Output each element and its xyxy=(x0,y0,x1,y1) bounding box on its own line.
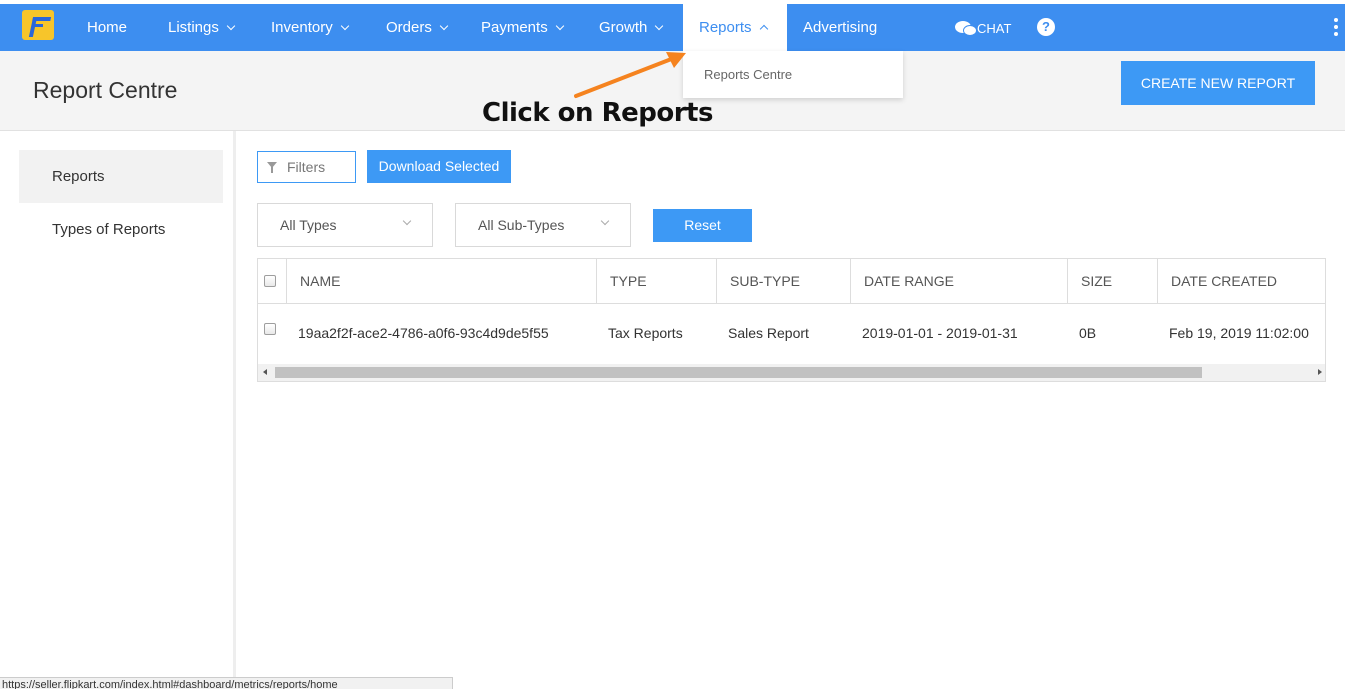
reports-dropdown-menu: Reports Centre xyxy=(683,51,903,98)
row-checkbox[interactable] xyxy=(264,323,276,335)
filters-label: Filters xyxy=(287,159,326,175)
scrollbar-thumb[interactable] xyxy=(275,367,1202,378)
scroll-right-arrow-icon[interactable] xyxy=(1318,369,1322,375)
cell-sub-type: Sales Report xyxy=(728,325,809,341)
help-icon[interactable]: ? xyxy=(1037,18,1055,36)
nav-advertising[interactable]: Advertising xyxy=(803,4,877,51)
nav-listings-label: Listings xyxy=(168,19,219,36)
page-title: Report Centre xyxy=(33,77,178,103)
nav-growth-label: Growth xyxy=(599,19,648,36)
subtype-select-value: All Sub-Types xyxy=(478,217,565,233)
sidebar-item-reports[interactable]: Reports xyxy=(19,150,223,203)
chat-button[interactable]: CHAT xyxy=(955,4,1011,51)
more-options-icon[interactable] xyxy=(1334,18,1338,36)
nav-advertising-label: Advertising xyxy=(803,19,878,36)
column-header-date-range[interactable]: DATE RANGE xyxy=(850,259,1067,304)
annotation-arrow-icon xyxy=(574,52,686,98)
nav-payments[interactable]: Payments xyxy=(481,4,564,51)
help-glyph: ? xyxy=(1042,19,1050,34)
chat-label: CHAT xyxy=(977,21,1012,36)
column-header-type[interactable]: TYPE xyxy=(596,259,716,304)
chevron-down-icon xyxy=(402,216,412,226)
sidebar-item-types-of-reports[interactable]: Types of Reports xyxy=(19,203,223,256)
chat-bubble-icon xyxy=(955,21,977,36)
chevron-down-icon xyxy=(555,21,564,31)
nav-orders-label: Orders xyxy=(386,19,432,36)
cell-size: 0B xyxy=(1079,325,1097,341)
nav-orders[interactable]: Orders xyxy=(386,4,449,51)
type-select[interactable]: All Types xyxy=(257,203,433,247)
cell-type: Tax Reports xyxy=(608,325,683,341)
nav-home[interactable]: Home xyxy=(87,4,127,51)
download-selected-button[interactable]: Download Selected xyxy=(367,150,511,183)
type-select-value: All Types xyxy=(280,217,337,233)
column-header-date-created[interactable]: DATE CREATED xyxy=(1157,259,1323,304)
chevron-down-icon xyxy=(655,21,664,31)
create-new-report-button[interactable]: CREATE NEW REPORT xyxy=(1121,61,1315,105)
reports-table: NAME TYPE SUB-TYPE DATE RANGE SIZE DATE … xyxy=(257,258,1326,382)
filters-button[interactable]: Filters xyxy=(257,151,356,183)
cell-date-created: Feb 19, 2019 11:02:00 xyxy=(1169,325,1309,341)
nav-home-label: Home xyxy=(87,19,128,36)
column-header-name[interactable]: NAME xyxy=(286,259,596,304)
browser-status-bar: https://seller.flipkart.com/index.html#d… xyxy=(0,677,453,689)
table-header: NAME TYPE SUB-TYPE DATE RANGE SIZE DATE … xyxy=(258,259,1325,304)
chevron-down-icon xyxy=(600,216,610,226)
cell-name: 19aa2f2f-ace2-4786-a0f6-93c4d9de5f55 xyxy=(298,325,549,341)
chevron-down-icon xyxy=(340,21,349,31)
filter-funnel-icon xyxy=(267,162,277,173)
sidebar: Reports Types of Reports xyxy=(0,131,236,689)
cell-date-range: 2019-01-01 - 2019-01-31 xyxy=(862,325,1018,341)
nav-payments-label: Payments xyxy=(481,19,548,36)
nav-reports-label: Reports xyxy=(699,19,752,36)
scroll-left-arrow-icon[interactable] xyxy=(263,369,267,375)
annotation-text: Click on Reports xyxy=(482,98,713,128)
nav-inventory[interactable]: Inventory xyxy=(271,4,349,51)
nav-listings[interactable]: Listings xyxy=(168,4,236,51)
column-header-size[interactable]: SIZE xyxy=(1067,259,1157,304)
chevron-up-icon xyxy=(759,24,768,34)
horizontal-scrollbar[interactable] xyxy=(258,364,1325,381)
column-header-sub-type[interactable]: SUB-TYPE xyxy=(716,259,850,304)
nav-inventory-label: Inventory xyxy=(271,19,333,36)
subtype-select[interactable]: All Sub-Types xyxy=(455,203,631,247)
chevron-down-icon xyxy=(439,21,449,31)
select-all-checkbox[interactable] xyxy=(264,275,276,287)
dropdown-item-reports-centre[interactable]: Reports Centre xyxy=(704,67,792,82)
flipkart-logo-icon[interactable] xyxy=(22,10,54,40)
reset-button[interactable]: Reset xyxy=(653,209,752,242)
chevron-down-icon xyxy=(226,21,236,31)
